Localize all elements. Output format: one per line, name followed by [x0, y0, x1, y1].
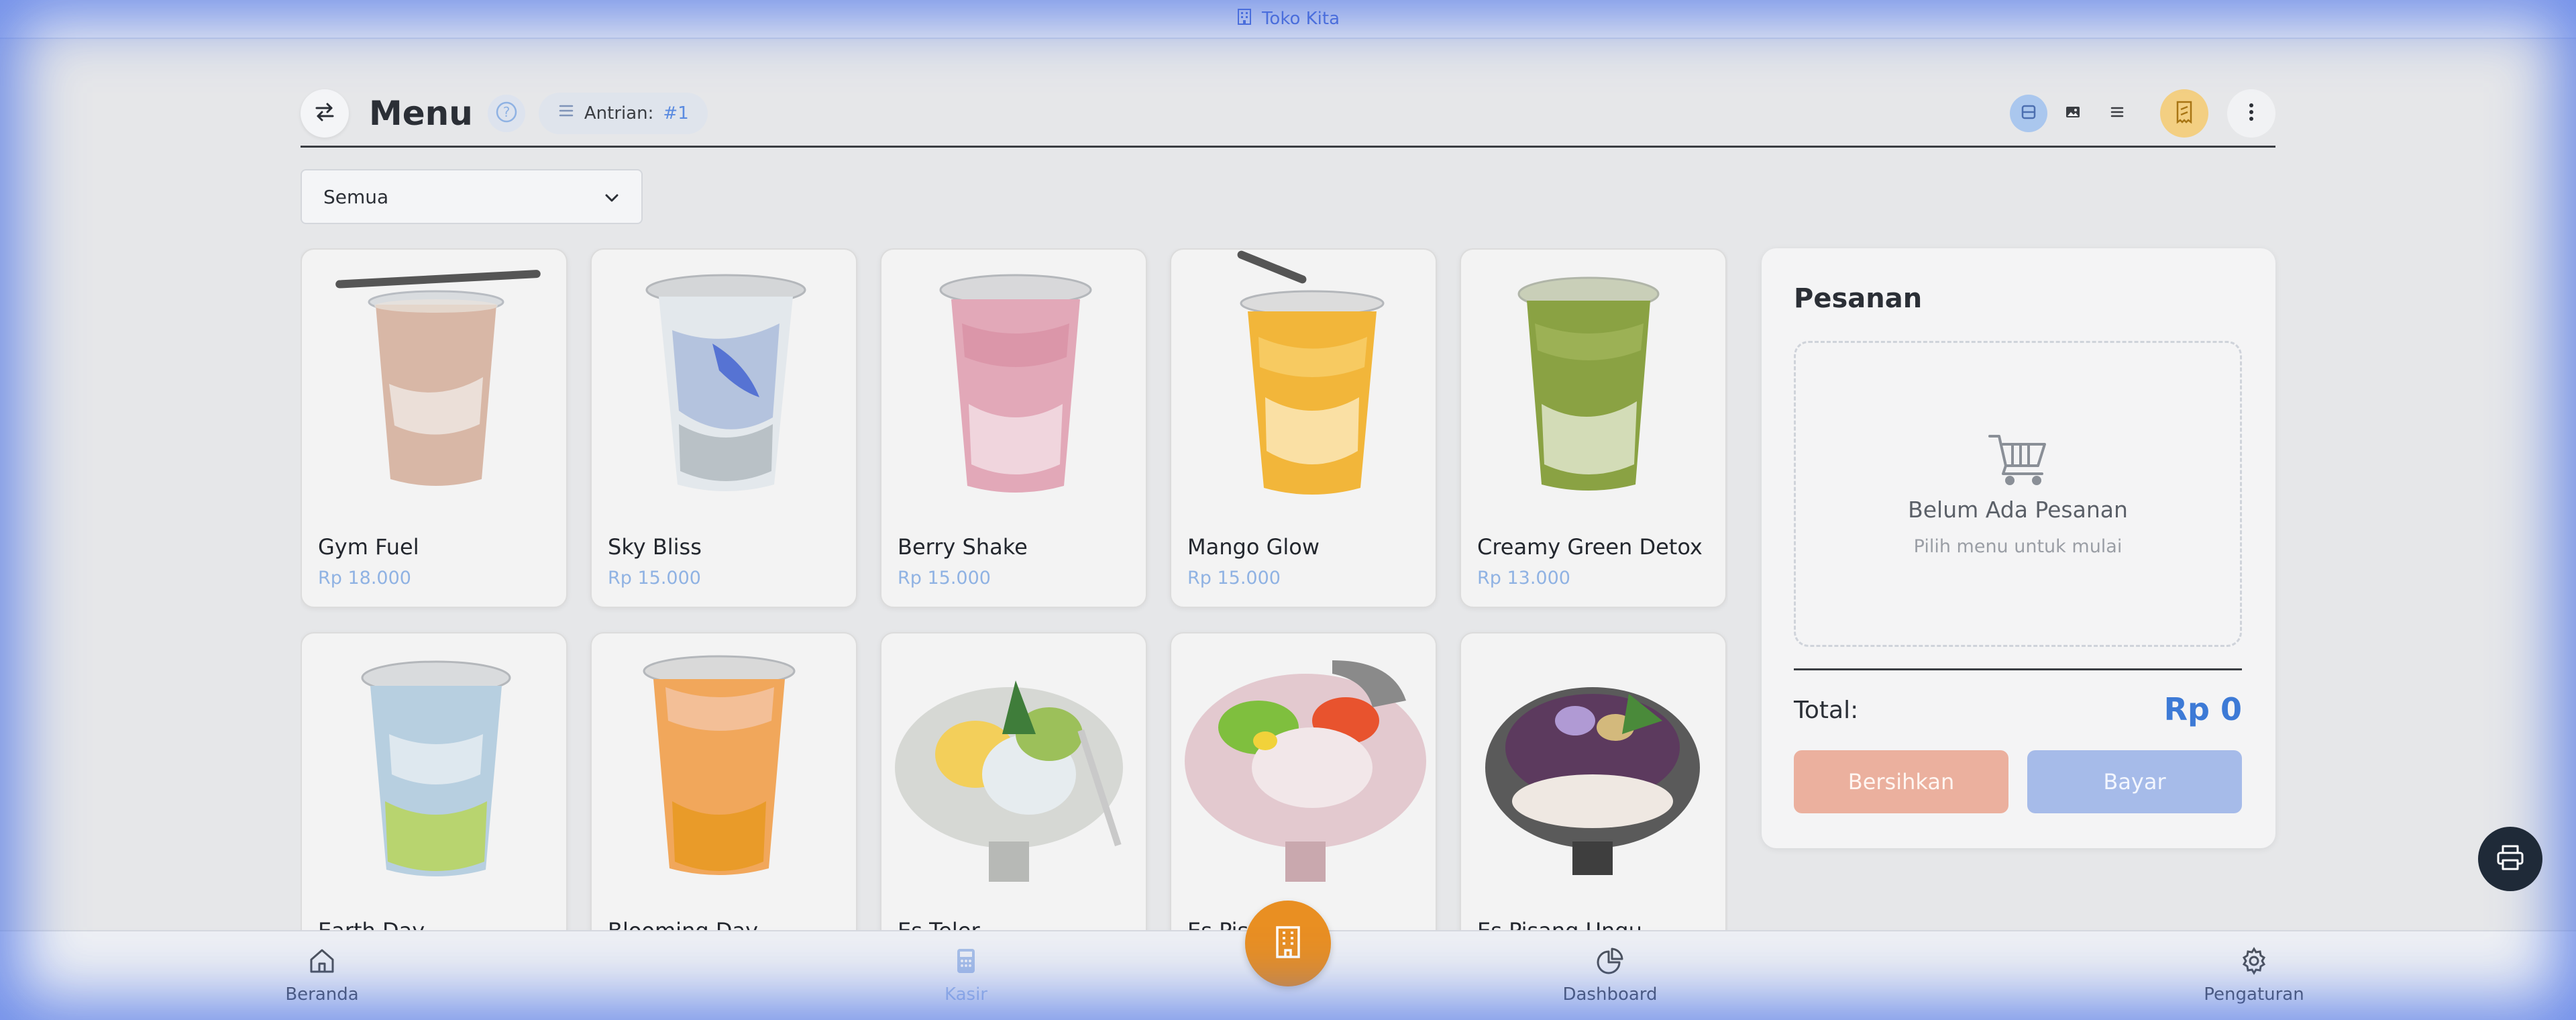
menu-item-card[interactable]: Mango Glow Rp 15.000: [1170, 248, 1437, 608]
receipt-button[interactable]: [2160, 89, 2208, 138]
menu-item-card[interactable]: Es Pisang Ungu: [1460, 632, 1727, 930]
menu-header: Menu ? Antrian: #1: [301, 81, 2275, 148]
svg-text:?: ?: [503, 104, 511, 120]
menu-item-name: Sky Bliss: [608, 534, 702, 560]
dessert-bowl-image: [895, 680, 1123, 882]
nav-settings-label: Pengaturan: [2204, 984, 2304, 1005]
nav-cashier-label: Kasir: [945, 984, 987, 1005]
drink-cup-image: [643, 655, 796, 875]
menu-item-price: Rp 18.000: [318, 568, 411, 589]
menu-item-price: Rp 13.000: [1477, 568, 1570, 589]
queue-number: #1: [663, 103, 689, 123]
help-button[interactable]: ?: [487, 94, 525, 132]
nav-settings[interactable]: Pengaturan: [2187, 946, 2321, 1005]
order-title: Pesanan: [1794, 283, 1923, 314]
empty-order-title: Belum Ada Pesanan: [1908, 497, 2128, 523]
drink-cup-image: [335, 270, 541, 486]
order-panel: Pesanan Belum Ada Pesanan Pilih menu unt…: [1762, 248, 2275, 848]
queue-label: Antrian:: [584, 103, 654, 123]
more-vertical-icon: [2248, 102, 2255, 125]
print-button[interactable]: [2478, 827, 2542, 891]
building-icon: [1272, 925, 1304, 962]
menu-item-name: Blooming Day: [608, 918, 758, 930]
total-label: Total:: [1794, 697, 1859, 724]
dessert-bowl-image: [1485, 687, 1700, 875]
drink-cup-image: [1237, 250, 1385, 495]
view-list-button[interactable]: [2098, 95, 2136, 132]
switch-button[interactable]: [301, 89, 349, 138]
drink-cup-image: [1517, 276, 1660, 491]
menu-item-price: Rp 15.000: [898, 568, 991, 589]
clear-order-button[interactable]: Bersihkan: [1794, 750, 2008, 813]
menu-item-name: Earth Day: [318, 918, 425, 930]
pie-chart-icon: [1595, 946, 1625, 980]
menu-item-name: Gym Fuel: [318, 534, 419, 560]
menu-item-name: Es Pisang Ungu: [1477, 918, 1642, 930]
building-icon: [1236, 8, 1252, 30]
empty-order-placeholder: Belum Ada Pesanan Pilih menu untuk mulai: [1794, 341, 2242, 647]
total-value: Rp 0: [2163, 691, 2242, 727]
dessert-bowl-image: [1185, 660, 1426, 882]
printer-icon: [2496, 844, 2525, 874]
home-icon: [307, 946, 337, 980]
menu-item-card[interactable]: Berry Shake Rp 15.000: [880, 248, 1147, 608]
swap-arrows-icon: [313, 101, 336, 126]
pay-button[interactable]: Bayar: [2027, 750, 2242, 813]
menu-item-name: Berry Shake: [898, 534, 1028, 560]
nav-dashboard[interactable]: Dashboard: [1543, 946, 1677, 1005]
more-options-button[interactable]: [2227, 89, 2275, 138]
menu-item-card[interactable]: Creamy Green Detox Rp 13.000: [1460, 248, 1727, 608]
nav-dashboard-label: Dashboard: [1562, 984, 1658, 1005]
view-image-button[interactable]: [2054, 95, 2092, 132]
store-fab-button[interactable]: [1245, 901, 1331, 986]
menu-item-card[interactable]: Blooming Day: [590, 632, 857, 930]
list-icon: [2108, 103, 2127, 124]
menu-item-card[interactable]: Sky Bliss Rp 15.000: [590, 248, 857, 608]
empty-order-subtitle: Pilih menu untuk mulai: [1913, 536, 2123, 557]
shopping-cart-icon: [1986, 431, 2050, 490]
page-title: Menu: [369, 93, 473, 133]
nav-cashier[interactable]: Kasir: [899, 946, 1033, 1005]
image-icon: [2063, 103, 2082, 124]
menu-item-card[interactable]: Earth Day: [301, 632, 568, 930]
queue-list-icon: [557, 103, 575, 123]
menu-item-name: Es Pis: [1187, 918, 1248, 930]
view-card-button[interactable]: [2010, 94, 2047, 132]
drink-cup-image: [939, 274, 1092, 493]
receipt-icon: [2174, 100, 2195, 127]
store-name: Toko Kita: [1261, 9, 1340, 29]
calculator-icon: [951, 946, 981, 980]
view-controls: [2010, 89, 2275, 138]
drink-cup-image: [645, 274, 806, 491]
menu-item-price: Rp 15.000: [608, 568, 701, 589]
menu-grid: Gym Fuel Rp 18.000 Sky Bliss Rp 15.000 B…: [301, 248, 1728, 930]
nav-home[interactable]: Beranda: [255, 946, 389, 1005]
menu-item-card[interactable]: Gym Fuel Rp 18.000: [301, 248, 568, 608]
divider: [1794, 668, 2242, 670]
queue-indicator[interactable]: Antrian: #1: [538, 92, 708, 134]
chevron-down-icon: [604, 186, 620, 208]
nav-home-label: Beranda: [285, 984, 359, 1005]
menu-item-name: Es Teler: [898, 918, 980, 930]
drink-cup-image: [361, 660, 511, 876]
menu-item-price: Rp 15.000: [1187, 568, 1281, 589]
menu-item-card[interactable]: Es Teler: [880, 632, 1147, 930]
card-view-icon: [2019, 103, 2038, 124]
category-filter-select[interactable]: Semua: [301, 169, 643, 224]
category-filter-value: Semua: [323, 185, 389, 208]
question-icon: ?: [495, 101, 518, 126]
app-title-bar: Toko Kita: [0, 0, 2576, 39]
menu-item-name: Mango Glow: [1187, 534, 1320, 560]
menu-item-name: Creamy Green Detox: [1477, 534, 1703, 560]
gear-icon: [2239, 946, 2269, 980]
menu-item-card[interactable]: Es Pis: [1170, 632, 1437, 930]
